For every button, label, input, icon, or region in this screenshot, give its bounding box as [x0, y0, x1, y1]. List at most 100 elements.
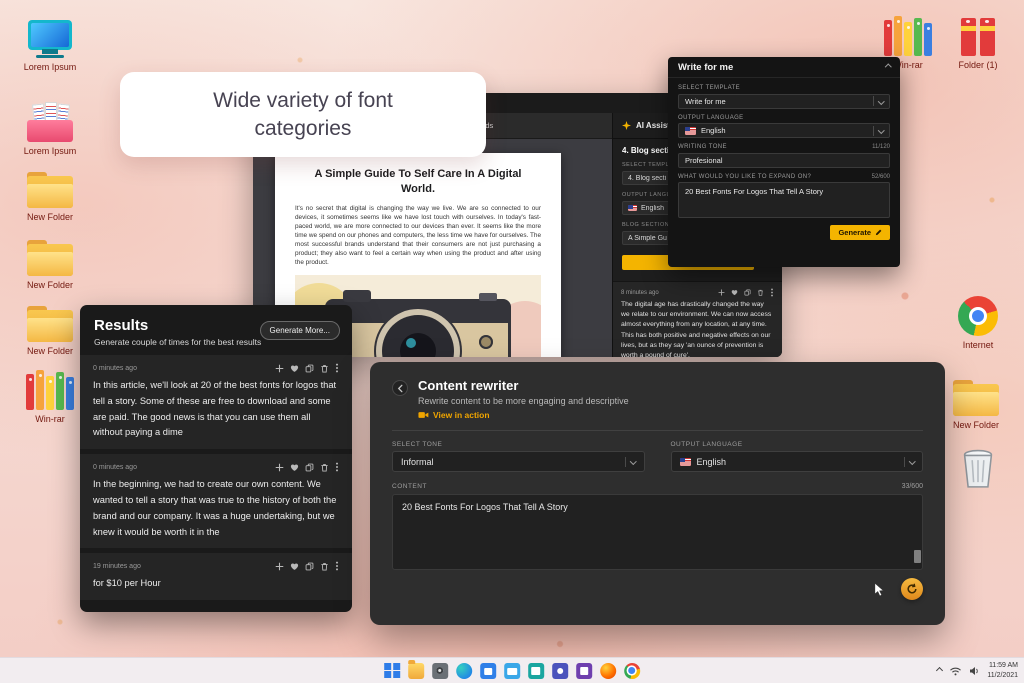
chrome-taskbar-icon[interactable]: [623, 662, 640, 679]
folder-icon: [953, 380, 999, 416]
more-icon[interactable]: [335, 462, 339, 472]
copy-icon[interactable]: [744, 289, 751, 296]
content-textarea[interactable]: 20 Best Fonts For Logos That Tell A Stor…: [392, 494, 923, 570]
trash-icon[interactable]: [320, 463, 329, 472]
result-timestamp: 19 minutes ago: [93, 562, 141, 570]
file-explorer-icon[interactable]: [407, 659, 424, 679]
computer-icon: [28, 20, 72, 58]
trash-icon[interactable]: [320, 562, 329, 571]
sidebar-result-card: 8 minutes ago The digital age has drasti…: [613, 281, 782, 357]
desktop-icon-folder-1[interactable]: Folder (1): [946, 16, 1010, 70]
generate-more-button[interactable]: Generate More...: [259, 321, 340, 340]
language-select[interactable]: English: [670, 451, 923, 472]
desktop-icon-new-folder-2[interactable]: New Folder: [18, 240, 82, 290]
taskbar-clock[interactable]: 11:59 AM 11/2/2021: [987, 661, 1018, 679]
onenote-icon[interactable]: [575, 662, 592, 679]
language-select[interactable]: English: [678, 123, 890, 138]
desktop-icon-label: Folder (1): [958, 60, 998, 70]
add-icon[interactable]: [275, 463, 284, 472]
result-text: In this article, we'll look at 20 of the…: [93, 380, 337, 438]
add-icon[interactable]: [275, 364, 284, 373]
desktop-icon-new-folder-1[interactable]: New Folder: [18, 172, 82, 222]
mail-icon[interactable]: [503, 662, 520, 679]
teams-icon[interactable]: [551, 662, 568, 679]
document-body: It's no secret that digital is changing …: [295, 204, 541, 267]
folder-icon: [27, 172, 73, 208]
winrar-icon: [26, 370, 74, 410]
content-label: CONTENT: [392, 483, 427, 490]
wifi-icon[interactable]: [949, 666, 962, 676]
result-timestamp: 0 minutes ago: [93, 463, 137, 471]
desktop-icon-label: Win-rar: [35, 414, 65, 424]
desktop-icon-new-folder-right[interactable]: New Folder: [944, 380, 1008, 430]
view-in-action-link[interactable]: View in action: [418, 410, 629, 420]
clock-time: 11:59 AM: [988, 662, 1018, 670]
add-icon[interactable]: [718, 289, 725, 296]
back-button[interactable]: [392, 380, 408, 396]
desktop-icon-recycle-bin[interactable]: [946, 446, 1010, 490]
firefox-icon[interactable]: [599, 662, 616, 679]
more-icon[interactable]: [335, 561, 339, 571]
write-for-me-header[interactable]: Write for me: [668, 57, 900, 78]
copy-icon[interactable]: [305, 562, 314, 571]
heart-icon[interactable]: [731, 289, 738, 296]
desktop-icon-label: Internet: [962, 340, 994, 350]
cursor-icon: [874, 581, 885, 596]
result-timestamp: 8 minutes ago: [621, 289, 659, 296]
panel-title: Write for me: [678, 61, 734, 73]
edge-icon[interactable]: [455, 662, 472, 679]
writing-tone-label: WRITING TONE: [678, 144, 727, 150]
trash-icon[interactable]: [320, 364, 329, 373]
trash-icon[interactable]: [757, 289, 764, 296]
us-flag-icon: [628, 204, 637, 212]
results-panel: Results Generate couple of times for the…: [80, 305, 352, 612]
camera-app-icon[interactable]: [431, 662, 448, 679]
content-rewriter-panel: Content rewriter Rewrite content to be m…: [370, 362, 945, 625]
document-title: A Simple Guide To Self Care In A Digital…: [314, 168, 522, 195]
tone-select[interactable]: Informal: [392, 451, 645, 472]
start-button[interactable]: [384, 662, 400, 679]
result-text: The digital age has drastically changed …: [621, 301, 772, 357]
result-timestamp: 0 minutes ago: [93, 364, 137, 372]
winrar-icon: [884, 16, 932, 56]
desktop-icon-winrar[interactable]: Win-rar: [18, 370, 82, 424]
scrollbar-thumb[interactable]: [914, 550, 921, 563]
sparkle-icon: [622, 121, 631, 130]
store-icon[interactable]: [479, 662, 496, 679]
output-language-label: OUTPUT LANGUAGE: [678, 114, 744, 121]
copy-icon[interactable]: [305, 364, 314, 373]
us-flag-icon: [685, 126, 696, 135]
desktop-icon-computer[interactable]: Lorem Ipsum: [18, 20, 82, 72]
result-card: 0 minutes ago In this article, we'll loo…: [80, 355, 352, 450]
more-icon[interactable]: [770, 288, 774, 297]
select-template-label: SELECT TEMPLATE: [678, 85, 741, 91]
pencil-icon: [875, 229, 882, 236]
result-card: 0 minutes ago In the beginning, we had t…: [80, 454, 352, 549]
expand-count: 52/600: [871, 173, 890, 180]
result-text: for $10 per Hour: [93, 578, 161, 589]
copy-icon[interactable]: [305, 463, 314, 472]
speaker-icon[interactable]: [969, 666, 980, 676]
heart-icon[interactable]: [290, 463, 299, 472]
calendar-icon[interactable]: [527, 662, 544, 679]
generate-button[interactable]: Generate: [830, 225, 890, 240]
taskbar: 11:59 AM 11/2/2021: [0, 657, 1024, 683]
more-icon[interactable]: [335, 363, 339, 373]
template-select[interactable]: Write for me: [678, 93, 890, 109]
writing-tone-input[interactable]: Profesional: [678, 152, 890, 168]
select-tone-label: SELECT TONE: [392, 441, 443, 448]
heart-icon[interactable]: [290, 562, 299, 571]
desktop-icon-documents[interactable]: Lorem Ipsum: [18, 102, 82, 156]
desktop-icon-internet[interactable]: Internet: [946, 296, 1010, 350]
desktop-icon-new-folder-3[interactable]: New Folder: [18, 306, 82, 356]
tray-chevron-icon[interactable]: [936, 666, 944, 675]
heart-icon[interactable]: [290, 364, 299, 373]
rewrite-button[interactable]: [901, 578, 923, 600]
desktop-icon-label: New Folder: [952, 420, 999, 430]
output-language-label: OUTPUT LANGUAGE: [670, 441, 743, 448]
desktop-icon-label: New Folder: [26, 346, 73, 356]
add-icon[interactable]: [275, 562, 284, 571]
result-text: In the beginning, we had to create our o…: [93, 479, 337, 537]
expand-textarea[interactable]: 20 Best Fonts For Logos That Tell A Stor…: [678, 182, 890, 218]
recycle-bin-icon: [963, 449, 993, 488]
